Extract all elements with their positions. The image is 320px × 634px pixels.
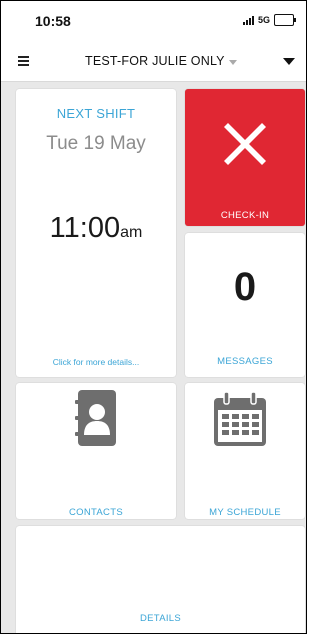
close-icon <box>224 123 266 165</box>
network-type: 5G <box>257 15 270 25</box>
contacts-label: CONTACTS <box>69 507 123 518</box>
next-shift-tile[interactable]: NEXT SHIFT Tue 19 May 11:00am Click for … <box>16 89 176 377</box>
details-label: DETAILS <box>140 613 181 624</box>
chevron-down-icon <box>228 59 237 65</box>
contacts-tile[interactable]: CONTACTS <box>16 383 176 519</box>
my-schedule-label: MY SCHEDULE <box>209 507 281 518</box>
next-shift-hour: 11:00 <box>49 212 121 244</box>
messages-count: 0 <box>233 265 257 309</box>
app-header: TEST-FOR JULIE ONLY <box>1 41 306 82</box>
next-shift-date: Tue 19 May <box>46 133 146 154</box>
dropdown-menu-icon[interactable] <box>283 58 295 65</box>
battery-icon <box>274 14 296 26</box>
calendar-icon <box>214 391 266 446</box>
messages-label: MESSAGES <box>217 356 273 367</box>
account-selector[interactable]: TEST-FOR JULIE ONLY <box>85 54 237 68</box>
phone-screen: 10:58 5G TEST-FOR JULIE ONLY NEXT SHIFT … <box>0 0 307 634</box>
account-title: TEST-FOR JULIE ONLY <box>85 54 225 68</box>
more-details-link[interactable]: Click for more details... <box>16 357 176 367</box>
next-shift-label: NEXT SHIFT <box>56 106 136 121</box>
status-time: 10:58 <box>35 13 71 29</box>
check-in-label: CHECK-IN <box>220 210 270 221</box>
signal-icon <box>242 15 254 25</box>
address-book-icon <box>75 390 116 446</box>
next-shift-time: 11:00am <box>16 212 176 245</box>
status-indicators: 5G <box>242 14 296 26</box>
messages-tile[interactable]: 0 MESSAGES <box>185 233 305 377</box>
next-shift-ampm: am <box>120 224 143 241</box>
my-schedule-tile[interactable]: MY SCHEDULE <box>185 383 305 519</box>
dashboard-grid: NEXT SHIFT Tue 19 May 11:00am Click for … <box>1 82 306 633</box>
check-in-tile[interactable]: CHECK-IN <box>185 89 305 226</box>
details-tile[interactable]: DETAILS <box>16 526 305 633</box>
status-bar: 10:58 5G <box>1 1 306 41</box>
hamburger-menu-icon[interactable] <box>18 56 29 66</box>
